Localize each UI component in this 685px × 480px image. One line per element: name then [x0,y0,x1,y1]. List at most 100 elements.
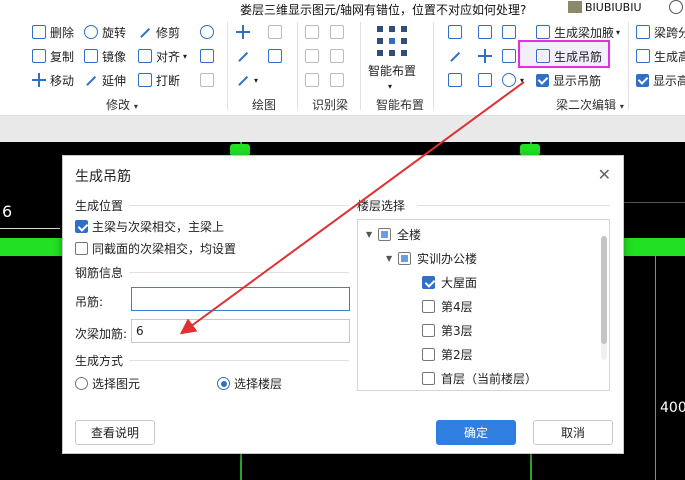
chevron-down-icon: ▾ [133,102,138,111]
beam-tool-3[interactable] [502,22,520,42]
align-button[interactable]: 对齐 ▾ [138,46,187,66]
identify-icon [330,73,344,87]
dialog-title: 生成吊筋 [75,169,131,185]
draw-rect-button[interactable] [268,22,286,42]
chevron-down-icon[interactable]: ▼ [366,230,378,239]
break-icon [138,73,152,87]
hanger-input[interactable] [131,287,350,311]
floor-tree[interactable]: ▼ 全楼 ▼ 实训办公楼 大屋面 第4层 第3层 第2层 首层（当前楼层） [357,219,610,391]
trim-button[interactable]: 修剪 [138,22,180,42]
identify-beam-button-6[interactable] [330,70,348,90]
identify-beam-button-3[interactable] [305,46,323,66]
identify-group-label: 识别梁 [312,98,349,112]
gen-height-button[interactable]: 生成高 [636,46,685,66]
identify-icon [305,49,319,63]
trim-icon [138,25,152,39]
section-divider [417,205,610,206]
checkbox-icon[interactable] [422,300,435,313]
tree-node-floor[interactable]: 首层（当前楼层） [422,370,537,387]
secondary-beam-label: 次梁加筋: [75,327,128,341]
checkbox-checked-icon[interactable] [422,276,435,289]
delete-button[interactable]: 删除 [32,22,74,42]
chain-icon [200,25,214,39]
modify-group-label: 修改 ▾ [106,98,138,112]
identify-beam-button-4[interactable] [330,46,348,66]
option-main-beam-checkbox[interactable]: 主梁与次梁相交，主梁上 [75,218,224,235]
draw-point-button[interactable] [236,22,254,42]
checkbox-partial-icon[interactable] [378,228,391,241]
rotate-icon [84,25,98,39]
identify-beam-button-1[interactable] [305,22,323,42]
tree-scrollbar[interactable] [601,236,607,360]
scrollbar-thumb[interactable] [601,236,607,344]
secondary-beam-input[interactable] [131,319,350,343]
tree-node-all[interactable]: ▼ 全楼 [366,226,421,243]
beam-tool-9[interactable]: ▾ [502,70,524,90]
help-button[interactable]: 查看说明 [75,420,155,445]
help-question-link[interactable]: 娄层三维显示图元/轴网有错位，位置不对应如何处理? [240,1,526,18]
option-same-section-checkbox[interactable]: 同截面的次梁相交，均设置 [75,240,236,257]
copy-button[interactable]: 复制 [32,46,74,66]
chevron-down-icon: ▾ [616,27,621,37]
checkbox-icon[interactable] [422,348,435,361]
checkbox-partial-icon[interactable] [398,252,411,265]
mirror-button[interactable]: 镜像 [84,46,126,66]
avatar [568,1,582,13]
section-divider [129,272,349,273]
extend-button[interactable]: 延伸 [84,70,126,90]
hanger-icon [536,49,550,63]
identify-beam-button-2[interactable] [330,22,348,42]
ok-button[interactable]: 确定 [436,420,516,445]
identify-icon [330,49,344,63]
mirror-icon [84,49,98,63]
smart-group-label: 智能布置 [376,98,425,112]
identify-beam-button-5[interactable] [305,70,323,90]
gen-haunch-button[interactable]: 生成梁加腋 ▾ [536,22,620,42]
dimension-line [0,228,60,229]
beam-tool-4[interactable] [448,46,466,66]
checkbox-icon[interactable] [422,372,435,385]
show-hanger-toggle[interactable]: 显示吊筋 [536,70,601,90]
beam-tool-5[interactable] [478,46,496,66]
beam-tool-2[interactable] [478,22,496,42]
close-icon[interactable]: ✕ [598,165,611,184]
rotate-button[interactable]: 旋转 [84,22,126,42]
tree-node-floor[interactable]: 第4层 [422,298,473,315]
move-button[interactable]: 移动 [32,70,74,90]
section-divider [129,205,349,206]
user-account[interactable]: BIUBIUBIU [568,1,642,14]
select-element-radio[interactable]: 选择图元 [75,375,140,392]
tree-node-building[interactable]: ▼ 实训办公楼 [386,250,477,267]
section-divider [129,360,349,361]
tree-node-floor[interactable]: 第2层 [422,346,473,363]
show-height-toggle[interactable]: 显示高 [636,70,685,90]
beam-tool-1[interactable] [448,22,466,42]
chain-tool-button[interactable] [200,22,218,42]
disabled-tool-button[interactable] [200,70,218,90]
move-icon [32,73,46,87]
offset-button[interactable] [200,46,218,66]
beam-span-button[interactable]: 梁跨分 [636,22,685,42]
draw-box-button[interactable] [268,46,286,66]
beam-tool-icon [502,49,516,63]
identify-icon [305,25,319,39]
ribbon-separator [360,22,361,110]
chat-icon[interactable] [669,0,683,14]
break-button[interactable]: 打断 [138,70,180,90]
beam-tool-7[interactable] [448,70,466,90]
height-icon [636,49,650,63]
tree-node-floor[interactable]: 第3层 [422,322,473,339]
draw-arc-button[interactable]: ▾ [236,70,258,90]
select-floor-radio[interactable]: 选择楼层 [217,375,282,392]
draw-line-button[interactable] [236,46,254,66]
checkbox-icon[interactable] [422,324,435,337]
beam-tool-8[interactable] [478,70,496,90]
gen-hanger-button[interactable]: 生成吊筋 [536,46,602,66]
chevron-down-icon[interactable]: ▼ [386,254,398,263]
chevron-down-icon[interactable]: ▾ [388,76,392,96]
extend-icon [84,73,98,87]
identify-icon [305,73,319,87]
tree-node-floor[interactable]: 大屋面 [422,274,477,291]
cancel-button[interactable]: 取消 [533,420,613,445]
draw-group-label: 绘图 [252,98,277,112]
